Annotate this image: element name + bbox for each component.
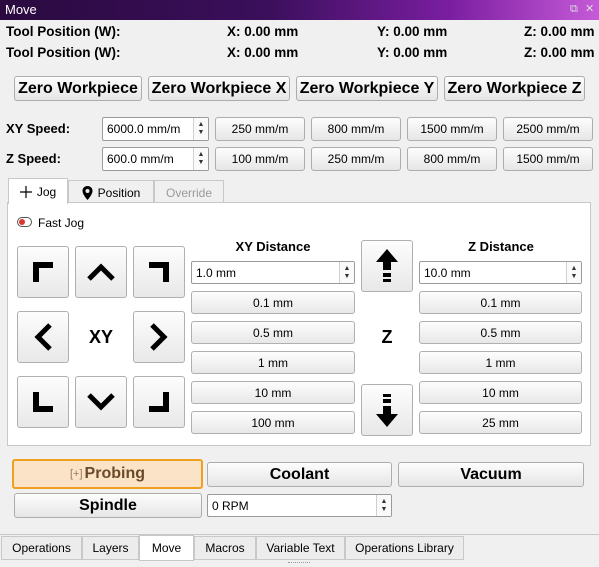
xy-distance-preset-1[interactable]: 1 mm xyxy=(191,351,355,374)
arrow-down-right-icon xyxy=(149,392,169,412)
z-speed-preset-1500[interactable]: 1500 mm/m xyxy=(503,147,593,171)
fast-jog-toggle[interactable] xyxy=(17,217,32,227)
z-speed-label: Z Speed: xyxy=(6,151,61,166)
z-position: Z: 0.00 mm xyxy=(524,45,595,60)
z-speed-value: 600.0 mm/m xyxy=(107,152,174,166)
y-position: Y: 0.00 mm xyxy=(377,24,448,39)
y-position: Y: 0.00 mm xyxy=(377,45,448,60)
move-window: Move ⧉ ✕ Tool Position (W): X: 0.00 mm Y… xyxy=(0,0,599,567)
probing-label: Probing xyxy=(84,465,145,482)
jog-up-left-button[interactable] xyxy=(17,246,69,298)
z-position: Z: 0.00 mm xyxy=(524,24,595,39)
position-label: Tool Position (W): xyxy=(6,24,121,39)
xy-distance-preset-100[interactable]: 100 mm xyxy=(191,411,355,434)
tab-jog[interactable]: Jog xyxy=(8,178,68,204)
spin-arrows-icon[interactable]: ▲ ▼ xyxy=(376,495,391,516)
zero-workpiece-z-button[interactable]: Zero Workpiece Z xyxy=(444,76,585,101)
spindle-rpm-input[interactable]: 0 RPM ▲ ▼ xyxy=(207,494,392,517)
xy-distance-preset-0.5[interactable]: 0.5 mm xyxy=(191,321,355,344)
spindle-rpm-value: 0 RPM xyxy=(212,499,249,513)
zero-workpiece-button[interactable]: Zero Workpiece xyxy=(14,76,142,101)
title-bar: Move ⧉ ✕ xyxy=(0,0,599,20)
xy-distance-preset-10[interactable]: 10 mm xyxy=(191,381,355,404)
arrow-down-left-icon xyxy=(33,392,53,412)
resize-grip-icon[interactable] xyxy=(288,562,310,565)
fast-jog-label: Fast Jog xyxy=(38,216,85,230)
xy-speed-preset-250[interactable]: 250 mm/m xyxy=(215,117,305,141)
location-pin-icon xyxy=(82,185,93,200)
z-distance-preset-1[interactable]: 1 mm xyxy=(419,351,582,374)
spin-arrows-icon[interactable]: ▲ ▼ xyxy=(339,262,354,283)
float-icon[interactable]: ⧉ xyxy=(570,0,578,20)
z-speed-preset-100[interactable]: 100 mm/m xyxy=(215,147,305,171)
z-speed-preset-800[interactable]: 800 mm/m xyxy=(407,147,497,171)
xy-speed-label: XY Speed: xyxy=(6,121,71,136)
move-cross-icon xyxy=(19,185,32,198)
jog-down-button[interactable] xyxy=(75,376,127,428)
xy-speed-preset-800[interactable]: 800 mm/m xyxy=(311,117,401,141)
tab-override[interactable]: Override xyxy=(154,180,224,204)
xy-speed-value: 6000.0 mm/m xyxy=(107,122,181,136)
tab-label: Position xyxy=(97,185,141,200)
x-position: X: 0.00 mm xyxy=(227,45,299,60)
probing-button[interactable]: [+] Probing xyxy=(12,459,203,489)
xy-distance-input[interactable]: 1.0 mm ▲ ▼ xyxy=(191,261,355,284)
jog-left-button[interactable] xyxy=(17,311,69,363)
bottom-tab-move[interactable]: Move xyxy=(139,535,194,561)
arrow-up-right-icon xyxy=(149,262,169,282)
spin-arrows-icon[interactable]: ▲ ▼ xyxy=(566,262,581,283)
zero-workpiece-y-button[interactable]: Zero Workpiece Y xyxy=(296,76,438,101)
bottom-tab-layers[interactable]: Layers xyxy=(82,536,139,560)
bottom-tab-variable-text[interactable]: Variable Text xyxy=(256,536,345,560)
z-distance-preset-10[interactable]: 10 mm xyxy=(419,381,582,404)
coolant-button[interactable]: Coolant xyxy=(207,462,392,487)
chevron-left-icon xyxy=(34,323,52,351)
arrow-up-left-icon xyxy=(33,262,53,282)
bottom-tab-operations-library[interactable]: Operations Library xyxy=(345,536,464,560)
jog-up-right-button[interactable] xyxy=(133,246,185,298)
xy-center-label: XY xyxy=(88,326,113,347)
z-speed-input[interactable]: 600.0 mm/m ▲ ▼ xyxy=(102,147,209,171)
tab-label: Override xyxy=(165,185,212,200)
jog-down-right-button[interactable] xyxy=(133,376,185,428)
jog-down-left-button[interactable] xyxy=(17,376,69,428)
z-speed-preset-250[interactable]: 250 mm/m xyxy=(311,147,401,171)
arrow-up-icon xyxy=(376,249,398,282)
jog-right-button[interactable] xyxy=(133,311,185,363)
tab-position[interactable]: Position xyxy=(68,180,154,204)
z-distance-preset-0.5[interactable]: 0.5 mm xyxy=(419,321,582,344)
position-label: Tool Position (W): xyxy=(6,45,121,60)
xy-distance-title: XY Distance xyxy=(235,239,311,254)
bottom-tab-operations[interactable]: Operations xyxy=(1,536,82,560)
z-center-label: Z xyxy=(381,326,393,347)
z-distance-title: Z Distance xyxy=(468,239,534,254)
spindle-button[interactable]: Spindle xyxy=(14,493,202,518)
z-distance-preset-0.1[interactable]: 0.1 mm xyxy=(419,291,582,314)
xy-speed-input[interactable]: 6000.0 mm/m ▲ ▼ xyxy=(102,117,209,141)
vacuum-button[interactable]: Vacuum xyxy=(398,462,584,487)
x-position: X: 0.00 mm xyxy=(227,24,299,39)
xy-distance-value: 1.0 mm xyxy=(196,266,237,280)
probe-icon: [+] xyxy=(70,468,83,480)
xy-speed-preset-1500[interactable]: 1500 mm/m xyxy=(407,117,497,141)
arrow-down-icon xyxy=(376,394,398,427)
close-icon[interactable]: ✕ xyxy=(585,0,594,20)
xy-speed-preset-2500[interactable]: 2500 mm/m xyxy=(503,117,593,141)
jog-up-button[interactable] xyxy=(75,246,127,298)
z-distance-value: 10.0 mm xyxy=(424,266,471,280)
window-title: Move xyxy=(5,2,37,17)
tab-label: Jog xyxy=(36,184,57,199)
spin-arrows-icon[interactable]: ▲ ▼ xyxy=(193,118,208,140)
bottom-tab-macros[interactable]: Macros xyxy=(194,536,256,560)
chevron-up-icon xyxy=(87,263,115,281)
jog-z-down-button[interactable] xyxy=(361,384,413,436)
z-distance-input[interactable]: 10.0 mm ▲ ▼ xyxy=(419,261,582,284)
xy-distance-preset-0.1[interactable]: 0.1 mm xyxy=(191,291,355,314)
jog-z-up-button[interactable] xyxy=(361,240,413,292)
spin-arrows-icon[interactable]: ▲ ▼ xyxy=(193,148,208,170)
zero-workpiece-x-button[interactable]: Zero Workpiece X xyxy=(148,76,290,101)
chevron-right-icon xyxy=(150,323,168,351)
z-distance-preset-25[interactable]: 25 mm xyxy=(419,411,582,434)
chevron-down-icon xyxy=(87,393,115,411)
